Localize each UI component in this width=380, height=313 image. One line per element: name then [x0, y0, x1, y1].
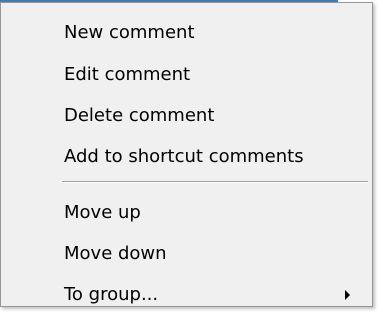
menu-item-label: Edit comment — [64, 64, 191, 85]
context-menu: New comment Edit comment Delete comment … — [0, 2, 373, 307]
menu-separator — [62, 181, 368, 183]
menu-item-move-up[interactable]: Move up — [3, 195, 370, 231]
screen: New comment Edit comment Delete comment … — [0, 0, 380, 313]
menu-item-delete-comment[interactable]: Delete comment — [3, 98, 370, 134]
menu-item-label: Move up — [64, 202, 141, 223]
menu-item-edit-comment[interactable]: Edit comment — [3, 57, 370, 93]
menu-item-add-to-shortcut-comments[interactable]: Add to shortcut comments — [3, 139, 370, 175]
menu-item-label: Delete comment — [64, 105, 215, 126]
menu-item-new-comment[interactable]: New comment — [3, 15, 370, 51]
menu-item-label: New comment — [64, 22, 195, 43]
menu-item-move-down[interactable]: Move down — [3, 236, 370, 272]
menu-item-label: Move down — [64, 243, 167, 264]
chevron-right-icon — [345, 290, 350, 300]
menu-item-label: Add to shortcut comments — [64, 146, 304, 167]
menu-item-to-group[interactable]: To group... — [3, 277, 370, 313]
menu-item-label: To group... — [64, 284, 159, 305]
